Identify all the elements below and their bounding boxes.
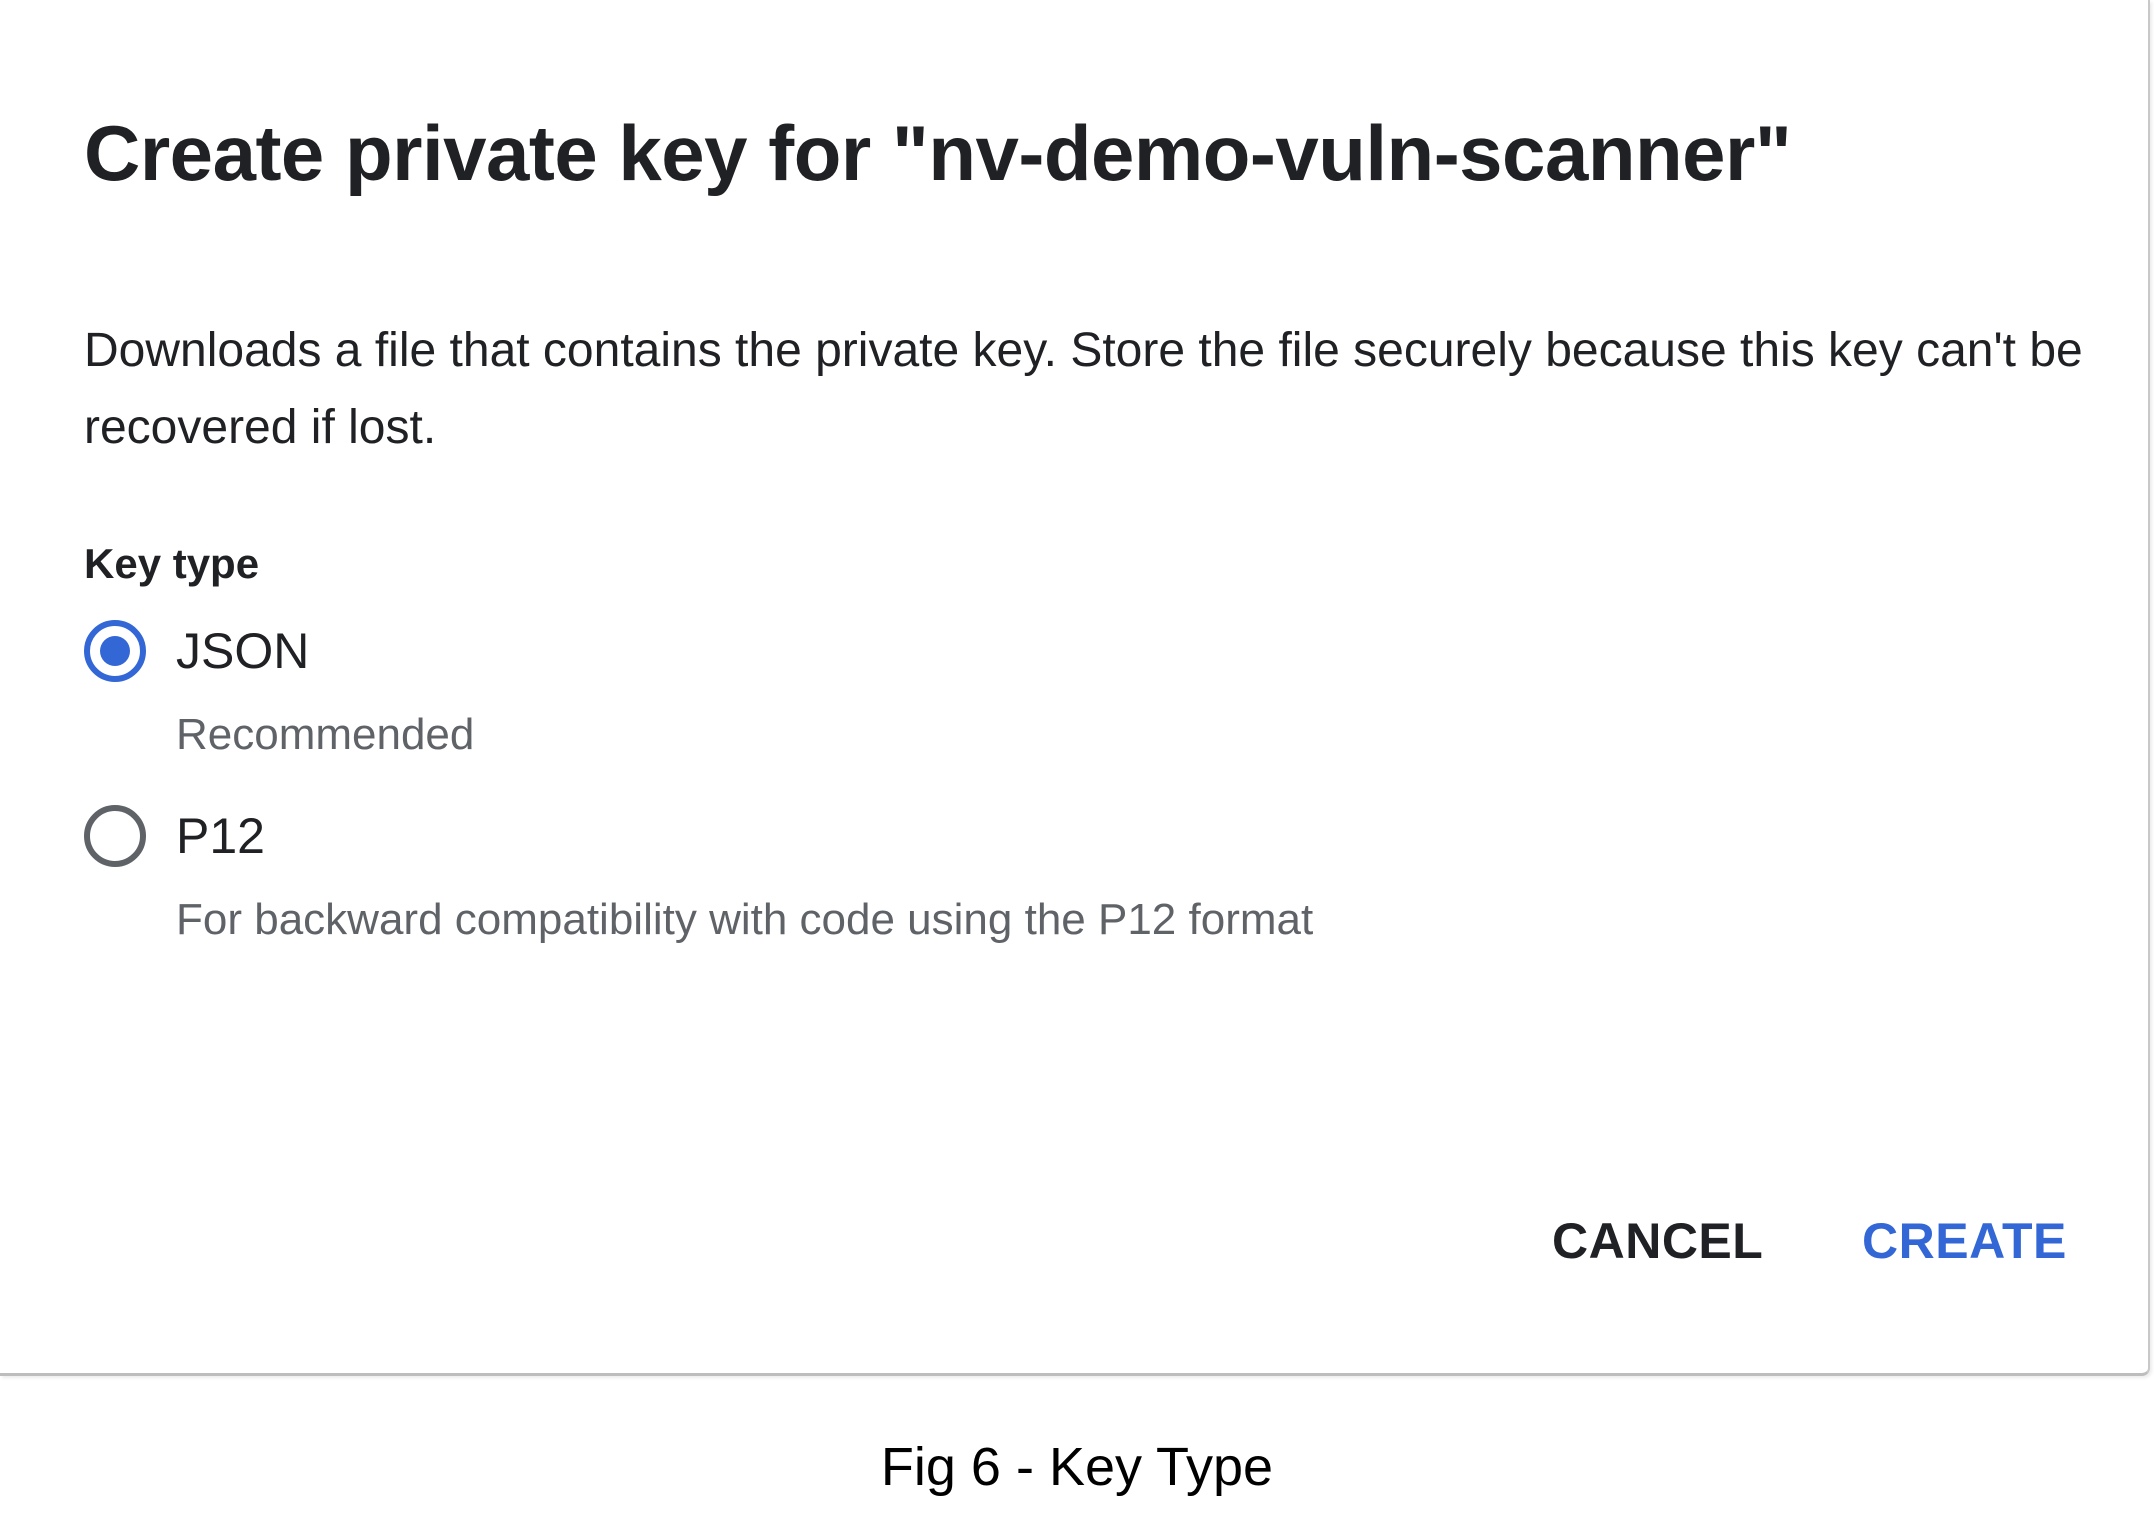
- radio-unchecked-icon[interactable]: [84, 805, 146, 867]
- dialog-title: Create private key for "nv-demo-vuln-sca…: [84, 109, 1792, 197]
- radio-checked-icon[interactable]: [84, 620, 146, 682]
- radio-label-json: JSON: [176, 623, 310, 679]
- create-key-dialog: Create private key for "nv-demo-vuln-sca…: [0, 0, 2150, 1376]
- radio-option-json[interactable]: JSON: [84, 620, 309, 682]
- radio-option-p12[interactable]: P12: [84, 805, 265, 867]
- key-type-label: Key type: [84, 540, 260, 587]
- create-button[interactable]: CREATE: [1862, 1212, 2067, 1270]
- figure-caption: Fig 6 - Key Type: [880, 1437, 1274, 1497]
- radio-description-p12: For backward compatibility with code usi…: [176, 895, 1314, 944]
- cancel-button[interactable]: CANCEL: [1552, 1212, 1763, 1270]
- radio-description-json: Recommended: [176, 710, 475, 759]
- dialog-description: Downloads a file that contains the priva…: [84, 324, 2083, 454]
- radio-label-p12: P12: [176, 808, 265, 864]
